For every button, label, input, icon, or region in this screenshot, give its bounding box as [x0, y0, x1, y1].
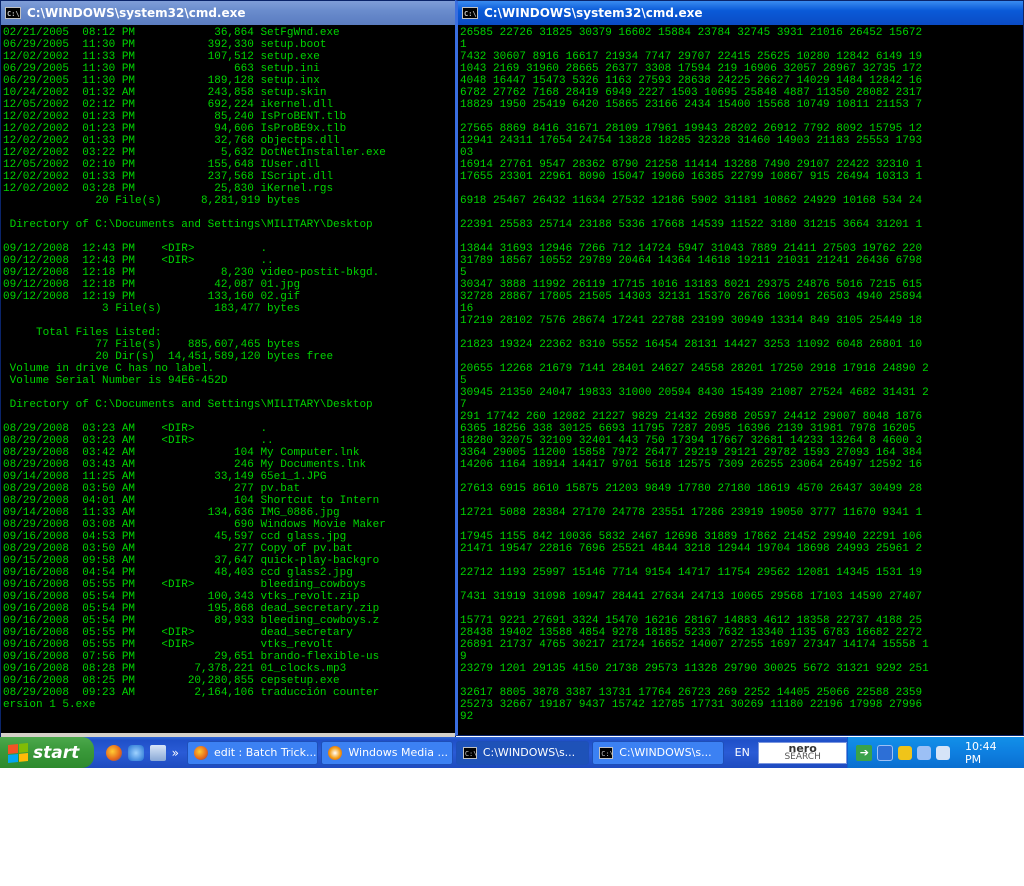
- cmd-icon: C:\: [462, 746, 477, 759]
- window-title-left: C:\WINDOWS\system32\cmd.exe: [27, 6, 246, 20]
- taskbar-item-cmd-1[interactable]: C:\ C:\WINDOWS\s...: [455, 740, 590, 765]
- task-label: edit : Batch Trick...: [213, 746, 317, 759]
- k-icon[interactable]: [898, 745, 913, 760]
- show-desktop-icon[interactable]: [149, 744, 166, 761]
- firefox-icon[interactable]: [105, 744, 122, 761]
- cmd-icon: C:\: [462, 7, 478, 19]
- cmd-window-left[interactable]: C:\ C:\WINDOWS\system32\cmd.exe 02/21/20…: [0, 0, 456, 740]
- taskbar-item-firefox-edit[interactable]: edit : Batch Trick...: [186, 740, 319, 765]
- ie-icon[interactable]: [127, 744, 144, 761]
- firefox-icon: [193, 745, 208, 760]
- start-button[interactable]: start: [0, 737, 94, 768]
- console-output-left[interactable]: 02/21/2005 08:12 PM 36,864 SetFgWnd.exe …: [1, 25, 455, 739]
- window-title-right: C:\WINDOWS\system32\cmd.exe: [484, 6, 703, 20]
- quick-launch: »: [105, 744, 179, 761]
- taskbar-item-windows-media[interactable]: Windows Media ...: [321, 740, 453, 765]
- task-label: C:\WINDOWS\s...: [482, 746, 576, 759]
- cmd-window-right[interactable]: C:\ C:\WINDOWS\system32\cmd.exe 26585 22…: [455, 0, 1024, 736]
- windows-flag-icon: [8, 742, 28, 763]
- windows-media-icon: [328, 745, 343, 760]
- taskbar: start » edit : Batch Trick... Windows Me…: [0, 737, 1024, 768]
- taskbar-item-cmd-2[interactable]: C:\ C:\WINDOWS\s...: [592, 740, 724, 765]
- task-label: C:\WINDOWS\s...: [619, 746, 712, 759]
- nero-search-box[interactable]: nero SEARCH: [757, 741, 848, 764]
- volume-icon[interactable]: [936, 745, 950, 760]
- title-bar-left[interactable]: C:\ C:\WINDOWS\system32\cmd.exe: [1, 1, 455, 25]
- system-tray: ➔ 10:44 PM: [847, 737, 1024, 768]
- language-indicator[interactable]: EN: [735, 746, 750, 759]
- cmd-icon: C:\: [599, 746, 614, 759]
- go-arrow-icon[interactable]: ➔: [856, 744, 873, 761]
- task-label: Windows Media ...: [348, 746, 448, 759]
- cmd-icon: C:\: [5, 7, 21, 19]
- quick-launch-more-chevron[interactable]: »: [172, 746, 179, 760]
- network-icon[interactable]: [917, 745, 932, 760]
- clock[interactable]: 10:44 PM: [965, 740, 1016, 766]
- start-label: start: [33, 742, 80, 763]
- title-bar-right[interactable]: C:\ C:\WINDOWS\system32\cmd.exe: [458, 1, 1023, 25]
- tray-chevron-icon[interactable]: [877, 744, 894, 761]
- nero-search-text: SEARCH: [784, 751, 821, 762]
- console-output-right[interactable]: 26585 22726 31825 30379 16602 15884 2378…: [458, 25, 1023, 735]
